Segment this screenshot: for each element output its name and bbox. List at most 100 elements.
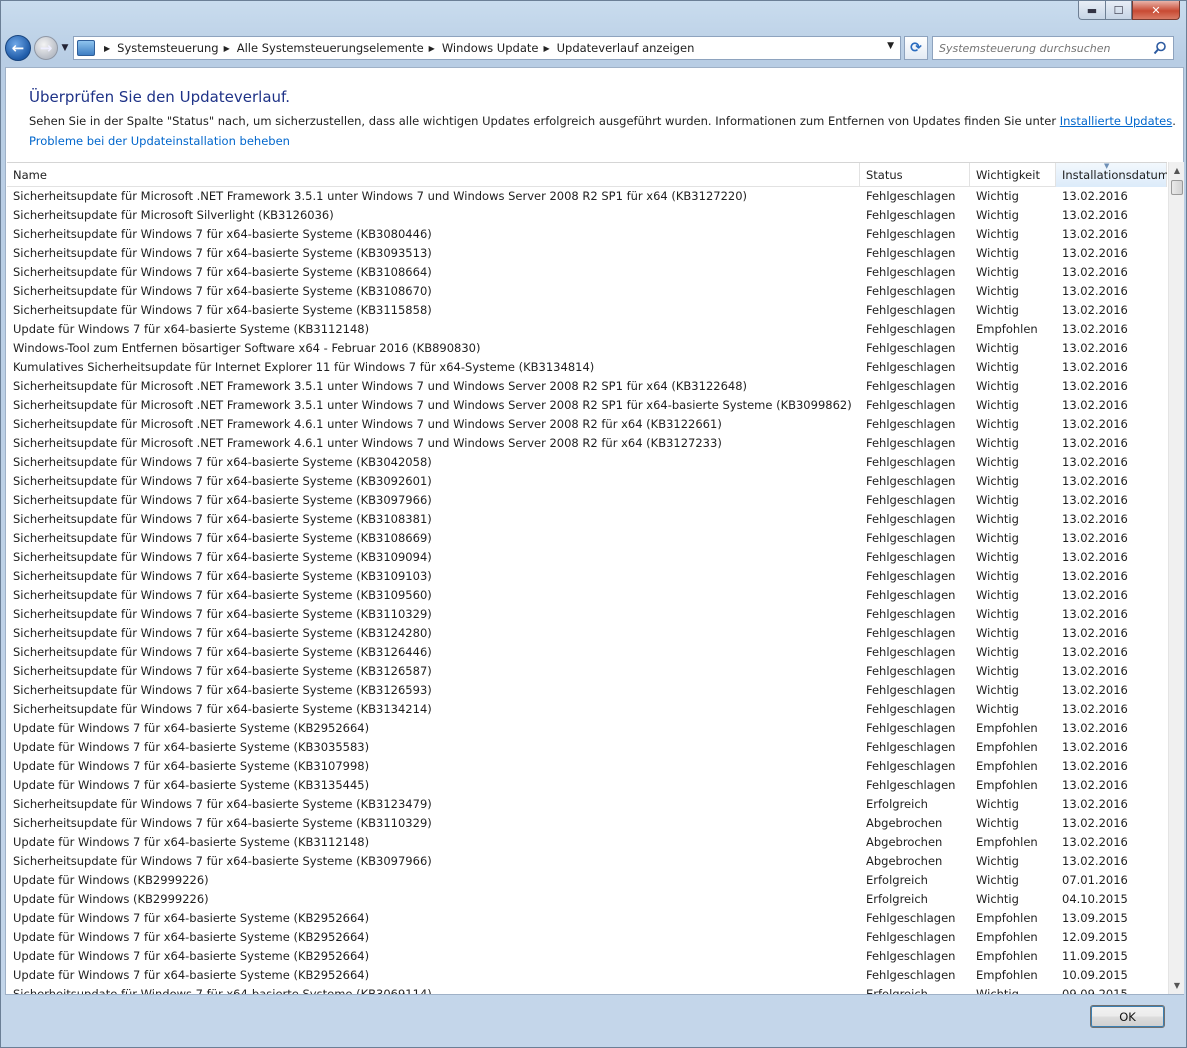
column-header-importance[interactable]: Wichtigkeit — [970, 163, 1056, 187]
minimize-button[interactable]: ▬ — [1078, 1, 1105, 20]
description-text: Sehen Sie in der Spalte "Status" nach, u… — [29, 114, 1060, 128]
cell-status: Fehlgeschlagen — [866, 588, 956, 602]
cell-status: Fehlgeschlagen — [866, 379, 956, 393]
close-button[interactable]: ✕ — [1132, 1, 1180, 20]
breadcrumb-separator-icon[interactable]: ▶ — [104, 44, 110, 53]
table-row[interactable]: Windows-Tool zum Entfernen bösartiger So… — [7, 339, 1167, 358]
breadcrumb-updateverlauf[interactable]: Updateverlauf anzeigen — [557, 41, 695, 55]
table-row[interactable]: Update für Windows 7 für x64-basierte Sy… — [7, 947, 1167, 966]
forward-button[interactable]: → — [34, 36, 58, 60]
table-row[interactable]: Sicherheitsupdate für Windows 7 für x64-… — [7, 282, 1167, 301]
table-row[interactable]: Sicherheitsupdate für Windows 7 für x64-… — [7, 529, 1167, 548]
table-row[interactable]: Sicherheitsupdate für Microsoft Silverli… — [7, 206, 1167, 225]
table-row[interactable]: Update für Windows 7 für x64-basierte Sy… — [7, 757, 1167, 776]
address-dropdown-icon[interactable]: ▼ — [887, 41, 894, 51]
table-row[interactable]: Sicherheitsupdate für Microsoft .NET Fra… — [7, 415, 1167, 434]
cell-date: 13.02.2016 — [1062, 759, 1128, 773]
cell-name: Sicherheitsupdate für Windows 7 für x64-… — [13, 816, 432, 830]
vertical-scrollbar[interactable]: ▲ ▼ — [1168, 162, 1184, 994]
page-title: Überprüfen Sie den Updateverlauf. — [29, 88, 291, 106]
table-row[interactable]: Kumulatives Sicherheitsupdate für Intern… — [7, 358, 1167, 377]
table-row[interactable]: Sicherheitsupdate für Windows 7 für x64-… — [7, 586, 1167, 605]
recent-pages-dropdown[interactable]: ▼ — [59, 43, 71, 53]
cell-name: Sicherheitsupdate für Microsoft .NET Fra… — [13, 189, 748, 203]
cell-name: Update für Windows 7 für x64-basierte Sy… — [13, 911, 370, 925]
table-row[interactable]: Sicherheitsupdate für Windows 7 für x64-… — [7, 301, 1167, 320]
table-row[interactable]: Sicherheitsupdate für Windows 7 für x64-… — [7, 244, 1167, 263]
scrollbar-thumb[interactable] — [1171, 180, 1183, 195]
scroll-up-arrow-icon[interactable]: ▲ — [1169, 162, 1185, 179]
breadcrumb-separator-icon[interactable]: ▶ — [429, 44, 435, 53]
cell-importance: Wichtig — [976, 303, 1019, 317]
table-row[interactable]: Sicherheitsupdate für Windows 7 für x64-… — [7, 662, 1167, 681]
table-row[interactable]: Sicherheitsupdate für Windows 7 für x64-… — [7, 814, 1167, 833]
column-header-name[interactable]: Name — [7, 163, 860, 187]
table-row[interactable]: Update für Windows 7 für x64-basierte Sy… — [7, 776, 1167, 795]
table-row[interactable]: Sicherheitsupdate für Microsoft .NET Fra… — [7, 377, 1167, 396]
table-row[interactable]: Update für Windows 7 für x64-basierte Sy… — [7, 909, 1167, 928]
cell-date: 13.02.2016 — [1062, 854, 1128, 868]
table-row[interactable]: Sicherheitsupdate für Windows 7 für x64-… — [7, 548, 1167, 567]
cell-name: Sicherheitsupdate für Windows 7 für x64-… — [13, 265, 432, 279]
table-row[interactable]: Sicherheitsupdate für Windows 7 für x64-… — [7, 453, 1167, 472]
cell-importance: Wichtig — [976, 892, 1019, 906]
back-button[interactable]: ← — [5, 35, 31, 61]
cell-importance: Wichtig — [976, 227, 1019, 241]
cell-date: 13.02.2016 — [1062, 189, 1128, 203]
search-box[interactable] — [932, 36, 1174, 60]
table-row[interactable]: Sicherheitsupdate für Windows 7 für x64-… — [7, 985, 1167, 994]
scroll-down-arrow-icon[interactable]: ▼ — [1169, 977, 1185, 994]
table-row[interactable]: Sicherheitsupdate für Windows 7 für x64-… — [7, 491, 1167, 510]
cell-name: Update für Windows 7 für x64-basierte Sy… — [13, 968, 370, 982]
table-row[interactable]: Sicherheitsupdate für Windows 7 für x64-… — [7, 567, 1167, 586]
troubleshoot-link[interactable]: Probleme bei der Updateinstallation behe… — [29, 134, 290, 148]
installed-updates-link[interactable]: Installierte Updates — [1060, 114, 1173, 128]
breadcrumb-separator-icon[interactable]: ▶ — [543, 44, 549, 53]
search-icon[interactable] — [1153, 41, 1167, 55]
cell-importance: Empfohlen — [976, 721, 1038, 735]
table-row[interactable]: Update für Windows 7 für x64-basierte Sy… — [7, 833, 1167, 852]
table-row[interactable]: Sicherheitsupdate für Windows 7 für x64-… — [7, 510, 1167, 529]
address-bar[interactable]: ▶ Systemsteuerung ▶ Alle Systemsteuerung… — [73, 36, 901, 60]
table-row[interactable]: Update für Windows 7 für x64-basierte Sy… — [7, 719, 1167, 738]
table-row[interactable]: Update für Windows 7 für x64-basierte Sy… — [7, 966, 1167, 985]
cell-date: 13.02.2016 — [1062, 417, 1128, 431]
breadcrumb-windows-update[interactable]: Windows Update — [442, 41, 539, 55]
table-row[interactable]: Sicherheitsupdate für Windows 7 für x64-… — [7, 681, 1167, 700]
search-input[interactable] — [939, 41, 1149, 55]
table-row[interactable]: Sicherheitsupdate für Windows 7 für x64-… — [7, 643, 1167, 662]
cell-status: Fehlgeschlagen — [866, 664, 956, 678]
table-row[interactable]: Sicherheitsupdate für Microsoft .NET Fra… — [7, 396, 1167, 415]
cell-status: Fehlgeschlagen — [866, 512, 956, 526]
table-row[interactable]: Sicherheitsupdate für Windows 7 für x64-… — [7, 263, 1167, 282]
column-header-date[interactable]: ▼ Installationsdatum — [1056, 163, 1167, 187]
breadcrumb-systemsteuerung[interactable]: Systemsteuerung — [117, 41, 218, 55]
table-row[interactable]: Sicherheitsupdate für Windows 7 für x64-… — [7, 624, 1167, 643]
breadcrumb-alle-elemente[interactable]: Alle Systemsteuerungselemente — [237, 41, 424, 55]
breadcrumb-separator-icon[interactable]: ▶ — [224, 44, 230, 53]
cell-status: Fehlgeschlagen — [866, 645, 956, 659]
cell-status: Fehlgeschlagen — [866, 398, 956, 412]
cell-name: Sicherheitsupdate für Windows 7 für x64-… — [13, 854, 432, 868]
table-row[interactable]: Sicherheitsupdate für Windows 7 für x64-… — [7, 605, 1167, 624]
cell-status: Erfolgreich — [866, 987, 928, 994]
table-row[interactable]: Sicherheitsupdate für Microsoft .NET Fra… — [7, 434, 1167, 453]
refresh-button[interactable]: ⟳ — [904, 36, 928, 60]
window: ▬ ☐ ✕ ← → ▼ ▶ Systemsteuerung ▶ Alle Sys… — [0, 0, 1187, 1048]
cell-date: 13.02.2016 — [1062, 664, 1128, 678]
cell-status: Fehlgeschlagen — [866, 740, 956, 754]
maximize-button[interactable]: ☐ — [1105, 1, 1132, 20]
table-row[interactable]: Sicherheitsupdate für Microsoft .NET Fra… — [7, 187, 1167, 206]
table-row[interactable]: Update für Windows 7 für x64-basierte Sy… — [7, 738, 1167, 757]
table-row[interactable]: Update für Windows (KB2999226) Erfolgreic… — [7, 890, 1167, 909]
table-row[interactable]: Sicherheitsupdate für Windows 7 für x64-… — [7, 472, 1167, 491]
table-row[interactable]: Update für Windows (KB2999226) Erfolgreic… — [7, 871, 1167, 890]
table-row[interactable]: Update für Windows 7 für x64-basierte Sy… — [7, 320, 1167, 339]
table-row[interactable]: Sicherheitsupdate für Windows 7 für x64-… — [7, 225, 1167, 244]
table-row[interactable]: Update für Windows 7 für x64-basierte Sy… — [7, 928, 1167, 947]
table-row[interactable]: Sicherheitsupdate für Windows 7 für x64-… — [7, 852, 1167, 871]
ok-button[interactable]: OK — [1090, 1005, 1165, 1028]
table-row[interactable]: Sicherheitsupdate für Windows 7 für x64-… — [7, 795, 1167, 814]
column-header-status[interactable]: Status — [860, 163, 970, 187]
table-row[interactable]: Sicherheitsupdate für Windows 7 für x64-… — [7, 700, 1167, 719]
